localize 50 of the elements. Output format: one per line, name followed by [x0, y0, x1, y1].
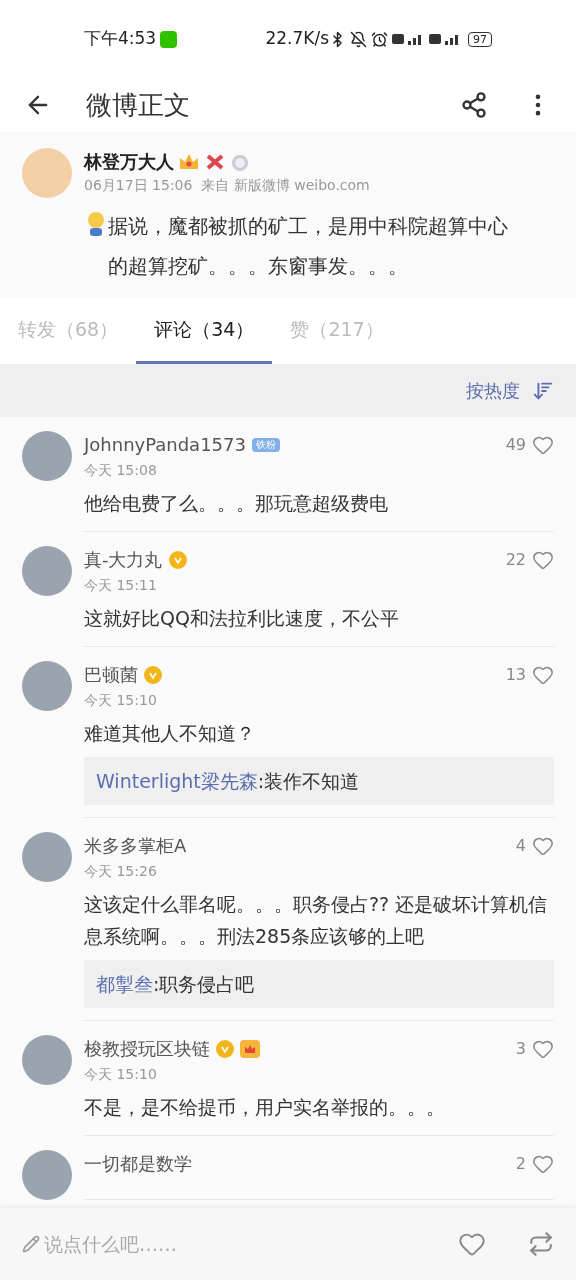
user-avatar[interactable]: [22, 546, 72, 596]
status-time: 下午4:53: [84, 27, 157, 51]
comment-time: 今天 15:10: [84, 691, 158, 710]
user-name[interactable]: JohnnyPanda1573: [84, 431, 246, 458]
comment-text: 难道其他人不知道？: [84, 721, 256, 746]
user-avatar[interactable]: [22, 1035, 72, 1085]
like-count: 22: [505, 548, 526, 571]
reply-snippet[interactable]: Winterlight梁先森:装作不知道: [84, 757, 554, 805]
network-speed: 22.7K/s: [265, 27, 329, 51]
comment-text: 他给电费了么。。。那玩意超级费电: [84, 491, 389, 516]
user-name[interactable]: 梭教授玩区块链: [84, 1035, 210, 1062]
user-name[interactable]: 一切都是数学: [84, 1150, 192, 1177]
like-count: 3: [515, 1037, 526, 1060]
comment-text: 不是，是不给提币，用户实名举报的。。。: [84, 1095, 446, 1120]
verified-icon: [216, 1039, 234, 1058]
user-avatar[interactable]: [22, 1150, 72, 1200]
post-meta: 06月17日 15:06 来自 新版微博 weibo.com: [84, 176, 370, 195]
mute-icon: [350, 30, 367, 48]
chat-app-icon: [160, 30, 178, 48]
repost-icon[interactable]: [528, 1231, 554, 1257]
like-count: 4: [515, 834, 526, 857]
fan-badge: 铁粉: [251, 437, 280, 452]
like-count: 49: [505, 433, 526, 456]
user-avatar[interactable]: [22, 431, 72, 481]
reply-snippet[interactable]: 都掣叁:职务侵占吧: [84, 960, 554, 1008]
user-name[interactable]: 巴顿菌: [84, 661, 138, 688]
comment-time: 今天 15:26: [84, 862, 158, 881]
verified-icon: [144, 665, 162, 684]
verified-icon: [168, 550, 187, 569]
post-text: 据说，魔都被抓的矿工，是用中科院超算中心的超算挖矿。。。东窗事发。。。: [108, 213, 509, 280]
user-name[interactable]: 真-大力丸: [84, 546, 163, 573]
like-count: 2: [515, 1152, 526, 1175]
share-icon[interactable]: [460, 91, 488, 119]
comment-time: 今天 15:10: [84, 1065, 158, 1084]
author-name[interactable]: 林登万大人: [84, 148, 174, 175]
user-avatar[interactable]: [22, 661, 72, 711]
comment-time: 今天 15:11: [84, 576, 158, 595]
battery-indicator: 97: [468, 31, 492, 47]
user-name[interactable]: 米多多掌柜A: [84, 832, 187, 859]
comment-time: 今天 15:08: [84, 461, 158, 480]
comment-text: 这就好比QQ和法拉利比速度，不公平: [84, 606, 400, 631]
page-title: 微博正文: [86, 88, 191, 122]
sort-button[interactable]: 按热度: [466, 377, 554, 404]
pencil-icon: [22, 1235, 40, 1253]
comment-input[interactable]: 说点什么吧……: [44, 1229, 458, 1259]
crown-icon: [240, 1039, 260, 1058]
like-count: 13: [505, 663, 526, 686]
alarm-icon: [371, 30, 388, 48]
comment-text: 这该定什么罪名呢。。。职务侵占?? 还是破坏计算机信息系统啊。。。刑法285条应该够的上吧: [84, 892, 549, 949]
user-avatar[interactable]: [22, 832, 72, 882]
